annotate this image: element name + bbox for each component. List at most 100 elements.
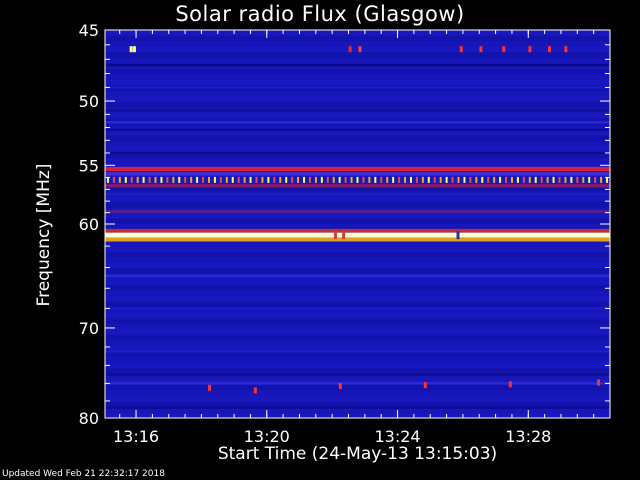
frequency-band [105,151,610,155]
periodic-burst [421,176,424,183]
periodic-burst [510,176,513,183]
burst-mark [459,46,463,53]
texture-stripe [105,262,610,269]
texture-stripe [105,218,610,225]
periodic-burst [112,176,115,183]
texture-stripe [105,268,610,275]
burst-mark [208,384,212,391]
periodic-burst [493,176,496,183]
texture-stripe [105,201,610,208]
periodic-burst [314,176,317,183]
updated-timestamp: Updated Wed Feb 21 22:32:17 2018 [2,469,165,479]
periodic-burst [184,176,187,183]
periodic-burst [451,176,454,183]
periodic-burst [576,176,579,183]
texture-stripe [105,362,610,369]
frequency-band [105,109,610,112]
periodic-burst [409,176,412,183]
texture-stripe [105,395,610,402]
texture-stripe [105,323,610,330]
x-axis-label: Start Time (24-May-13 13:15:03) [217,444,498,464]
periodic-burst [534,176,537,183]
texture-stripe [105,368,610,375]
periodic-burst [118,176,121,183]
periodic-burst [350,176,353,183]
periodic-burst [457,176,460,183]
periodic-burst [362,176,365,183]
periodic-burst [267,176,270,183]
texture-stripe [105,74,610,81]
periodic-burst [481,176,484,183]
burst-mark [129,46,133,53]
periodic-burst [291,176,294,183]
periodic-burst [427,176,430,183]
burst-mark [508,381,512,388]
periodic-burst [415,176,418,183]
periodic-burst [243,176,246,183]
texture-stripe [105,312,610,319]
periodic-burst [207,176,210,183]
y-tick-label: 70 [79,319,99,338]
periodic-burst [594,176,597,183]
texture-stripe [105,357,610,364]
frequency-band [105,373,610,376]
texture-stripe [105,290,610,297]
y-tick-label: 80 [79,409,99,428]
burst-mark [348,46,352,53]
periodic-burst [136,176,139,183]
frequency-band [105,232,610,238]
texture-stripe [105,251,610,258]
frequency-band [105,382,610,385]
texture-stripe [105,279,610,286]
periodic-burst [433,176,436,183]
periodic-burst [255,176,258,183]
spectrogram-chart: 13:16 13:20 13:24 13:28 455055607080 [79,21,611,446]
texture-stripe [105,257,610,264]
texture-stripe [105,401,610,408]
periodic-burst [178,176,181,183]
periodic-burst [219,176,222,183]
texture-stripe [105,246,610,253]
periodic-burst [439,176,442,183]
periodic-burst [582,176,585,183]
periodic-burst [487,176,490,183]
periodic-burst [297,176,300,183]
periodic-burst [600,176,603,183]
frequency-band [105,63,610,67]
burst-mark [597,379,601,386]
y-axis-label: Frequency [MHz] [34,163,54,307]
periodic-burst [522,176,525,183]
texture-stripe [105,35,610,42]
periodic-burst [570,176,573,183]
burst-mark [132,46,136,53]
frequency-band [105,274,610,278]
periodic-burst [320,176,323,183]
texture-stripe [105,284,610,292]
texture-stripe [105,157,610,164]
periodic-burst [398,176,401,183]
y-tick-label: 50 [79,92,99,111]
periodic-burst [308,176,311,183]
periodic-burst [213,176,216,183]
dropout-mark [333,231,337,240]
periodic-burst [338,176,341,183]
periodic-burst [196,176,199,183]
periodic-burst [374,176,377,183]
burst-mark [358,46,362,53]
burst-mark [502,46,506,53]
frequency-band [105,210,610,213]
periodic-burst [528,176,531,183]
periodic-burst [445,176,448,183]
texture-stripe [105,196,610,203]
periodic-burst [148,176,151,183]
frequency-band [105,307,610,310]
texture-stripe [105,96,610,103]
burst-mark [423,382,427,389]
periodic-burst [332,176,335,183]
periodic-burst [142,176,145,183]
periodic-burst [166,176,169,183]
burst-mark [548,46,552,53]
burst-mark [253,387,257,394]
periodic-burst [564,176,567,183]
texture-stripe [105,41,610,48]
